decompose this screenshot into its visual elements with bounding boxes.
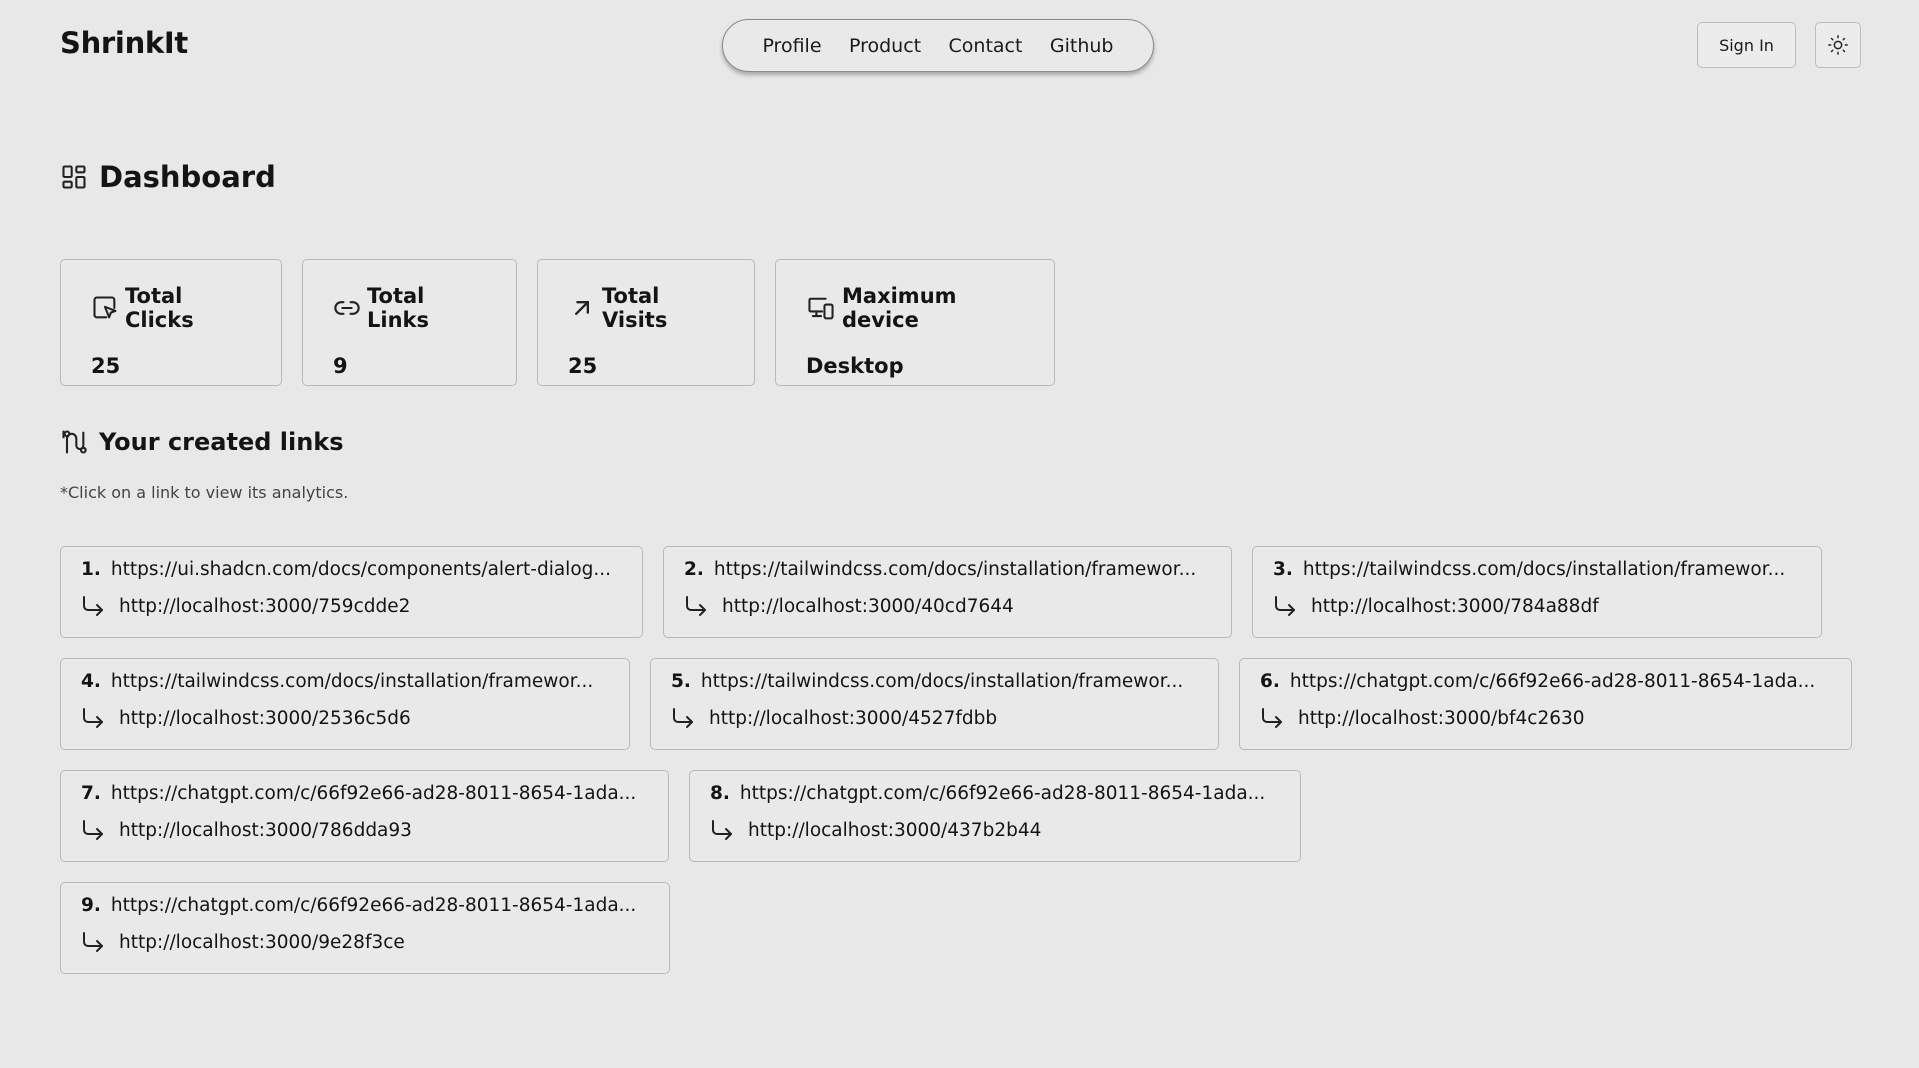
cursor-click-icon xyxy=(91,294,119,322)
devices-icon xyxy=(806,294,836,322)
corner-down-right-icon xyxy=(684,594,710,618)
top-header: ShrinkIt Profile Product Contact Github … xyxy=(0,0,1919,90)
stat-label: Total Clicks xyxy=(125,284,194,332)
original-url: https://tailwindcss.com/docs/installatio… xyxy=(110,671,594,692)
stat-label: Total Links xyxy=(367,284,429,332)
link-number: 4. xyxy=(81,671,101,692)
main-nav: Profile Product Contact Github xyxy=(722,19,1154,72)
links-section-title: Your created links xyxy=(60,428,344,456)
stat-card-total-links: Total Links 9 xyxy=(302,259,517,386)
original-url: https://ui.shadcn.com/docs/components/al… xyxy=(110,559,612,580)
stat-value: 25 xyxy=(91,354,121,378)
stat-label: Total Visits xyxy=(602,284,668,332)
short-url: http://localhost:3000/2536c5d6 xyxy=(119,707,411,729)
short-url: http://localhost:3000/437b2b44 xyxy=(748,819,1042,841)
short-url: http://localhost:3000/784a88df xyxy=(1311,595,1599,617)
corner-down-right-icon xyxy=(81,930,107,954)
link-card[interactable]: 1. https://ui.shadcn.com/docs/components/… xyxy=(60,546,643,638)
link-number: 1. xyxy=(81,559,101,580)
theme-toggle-button[interactable] xyxy=(1815,22,1861,68)
link-card[interactable]: 4. https://tailwindcss.com/docs/installat… xyxy=(60,658,630,750)
corner-down-right-icon xyxy=(81,594,107,618)
link-card[interactable]: 6. https://chatgpt.com/c/66f92e66-ad28-80… xyxy=(1239,658,1852,750)
short-url: http://localhost:3000/40cd7644 xyxy=(722,595,1014,617)
short-url: http://localhost:3000/786dda93 xyxy=(119,819,412,841)
original-url: https://chatgpt.com/c/66f92e66-ad28-8011… xyxy=(739,783,1266,804)
dashboard-heading: Dashboard xyxy=(99,160,276,194)
stat-card-max-device: Maximum device Desktop xyxy=(775,259,1055,386)
arrow-up-right-icon xyxy=(568,294,596,322)
corner-down-right-icon xyxy=(81,706,107,730)
short-url: http://localhost:3000/9e28f3ce xyxy=(119,931,405,953)
link-card[interactable]: 3. https://tailwindcss.com/docs/installat… xyxy=(1252,546,1822,638)
link-card[interactable]: 9. https://chatgpt.com/c/66f92e66-ad28-80… xyxy=(60,882,670,974)
original-url: https://chatgpt.com/c/66f92e66-ad28-8011… xyxy=(1289,671,1816,692)
nav-github[interactable]: Github xyxy=(1050,35,1114,57)
link-card[interactable]: 7. https://chatgpt.com/c/66f92e66-ad28-80… xyxy=(60,770,669,862)
layout-grid-icon xyxy=(60,163,88,191)
nav-contact[interactable]: Contact xyxy=(949,35,1023,57)
nav-profile[interactable]: Profile xyxy=(762,35,821,57)
corner-down-right-icon xyxy=(1260,706,1286,730)
short-url: http://localhost:3000/759cdde2 xyxy=(119,595,411,617)
original-url: https://tailwindcss.com/docs/installatio… xyxy=(700,671,1184,692)
stat-value: 25 xyxy=(568,354,598,378)
link-card[interactable]: 8. https://chatgpt.com/c/66f92e66-ad28-80… xyxy=(689,770,1301,862)
corner-down-right-icon xyxy=(710,818,736,842)
link-number: 6. xyxy=(1260,671,1280,692)
short-url: http://localhost:3000/bf4c2630 xyxy=(1298,707,1585,729)
corner-down-right-icon xyxy=(1273,594,1299,618)
link-card[interactable]: 5. https://tailwindcss.com/docs/installat… xyxy=(650,658,1219,750)
links-hint: *Click on a link to view its analytics. xyxy=(60,483,349,502)
original-url: https://chatgpt.com/c/66f92e66-ad28-8011… xyxy=(110,895,637,916)
link-card[interactable]: 2. https://tailwindcss.com/docs/installat… xyxy=(663,546,1232,638)
link-icon xyxy=(333,294,361,322)
original-url: https://tailwindcss.com/docs/installatio… xyxy=(1302,559,1786,580)
sun-icon xyxy=(1827,34,1849,56)
link-number: 3. xyxy=(1273,559,1293,580)
link-number: 5. xyxy=(671,671,691,692)
corner-down-right-icon xyxy=(81,818,107,842)
stats-row: Total Clicks 25 Total Links 9 Total Visi… xyxy=(60,259,1055,386)
stat-value: Desktop xyxy=(806,354,904,378)
stat-value: 9 xyxy=(333,354,348,378)
route-icon xyxy=(60,428,88,456)
short-url: http://localhost:3000/4527fdbb xyxy=(709,707,998,729)
links-list: 1. https://ui.shadcn.com/docs/components/… xyxy=(60,546,1860,994)
sign-in-button[interactable]: Sign In xyxy=(1697,22,1796,68)
original-url: https://chatgpt.com/c/66f92e66-ad28-8011… xyxy=(110,783,637,804)
link-number: 8. xyxy=(710,783,730,804)
brand-logo[interactable]: ShrinkIt xyxy=(60,26,188,60)
link-number: 2. xyxy=(684,559,704,580)
links-heading: Your created links xyxy=(99,428,344,456)
nav-product[interactable]: Product xyxy=(849,35,921,57)
corner-down-right-icon xyxy=(671,706,697,730)
stat-label: Maximum device xyxy=(842,284,957,332)
link-number: 7. xyxy=(81,783,101,804)
link-number: 9. xyxy=(81,895,101,916)
stat-card-total-visits: Total Visits 25 xyxy=(537,259,755,386)
page-title: Dashboard xyxy=(60,160,276,194)
original-url: https://tailwindcss.com/docs/installatio… xyxy=(713,559,1197,580)
stat-card-total-clicks: Total Clicks 25 xyxy=(60,259,282,386)
